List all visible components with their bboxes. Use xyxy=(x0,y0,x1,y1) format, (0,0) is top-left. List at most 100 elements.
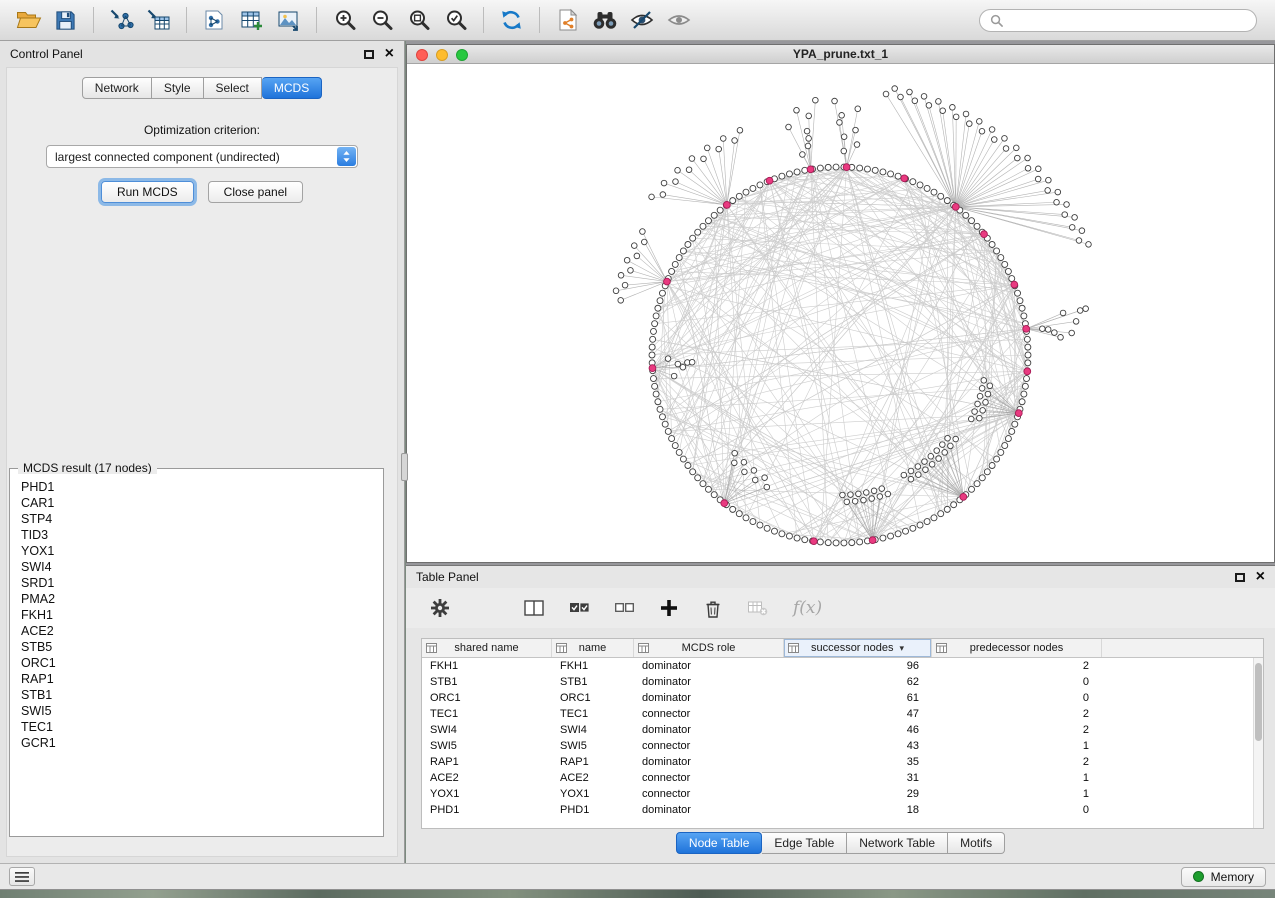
column-header-shared_name[interactable]: shared name xyxy=(422,639,552,657)
panel-splitter-handle[interactable] xyxy=(401,453,408,481)
mcds-node-item[interactable]: FKH1 xyxy=(21,607,381,623)
export-network-button[interactable] xyxy=(549,3,586,37)
mcds-node-item[interactable]: SWI5 xyxy=(21,703,381,719)
column-header-role[interactable]: MCDS role xyxy=(634,639,784,657)
refresh-button[interactable] xyxy=(493,3,530,37)
export-image-button[interactable] xyxy=(270,3,307,37)
mcds-result-list[interactable]: PHD1CAR1STP4TID3YOX1SWI4SRD1PMA2FKH1ACE2… xyxy=(12,474,381,834)
import-network-button[interactable] xyxy=(103,3,140,37)
export-network-icon xyxy=(556,8,580,32)
mcds-node-item[interactable]: GCR1 xyxy=(21,735,381,751)
float-table-panel-icon[interactable] xyxy=(1235,573,1245,582)
table-row[interactable]: ACE2ACE2connector311 xyxy=(422,770,1263,786)
table-settings-button[interactable] xyxy=(430,598,450,618)
column-header-successors[interactable]: successor nodes▾ xyxy=(784,639,932,657)
mcds-node-item[interactable]: ACE2 xyxy=(21,623,381,639)
network-canvas[interactable] xyxy=(407,64,1274,562)
new-table-button[interactable] xyxy=(233,3,270,37)
close-panel-icon[interactable]: × xyxy=(385,49,394,59)
mcds-node-item[interactable]: RAP1 xyxy=(21,671,381,687)
zoom-fit-button[interactable] xyxy=(400,3,437,37)
preview-eye-button[interactable] xyxy=(660,3,697,37)
search-icon xyxy=(990,14,1003,27)
show-columns-button[interactable] xyxy=(524,598,545,618)
search-field[interactable] xyxy=(979,9,1257,32)
mcds-node-item[interactable]: TEC1 xyxy=(21,719,381,735)
run-mcds-button[interactable]: Run MCDS xyxy=(101,181,194,203)
find-button[interactable] xyxy=(586,3,623,37)
close-mcds-panel-button[interactable]: Close panel xyxy=(208,181,303,203)
float-panel-icon[interactable] xyxy=(364,50,374,59)
mcds-node-item[interactable]: YOX1 xyxy=(21,543,381,559)
menu-button[interactable] xyxy=(9,867,35,886)
zoom-in-button[interactable] xyxy=(326,3,363,37)
zoom-out-button[interactable] xyxy=(363,3,400,37)
table-scrollbar-thumb[interactable] xyxy=(1255,663,1262,741)
attribute-icon xyxy=(638,643,649,653)
column-header-name[interactable]: name xyxy=(552,639,634,657)
close-window-icon[interactable] xyxy=(416,49,428,61)
table-row[interactable]: TEC1TEC1connector472 xyxy=(422,706,1263,722)
mcds-node-item[interactable]: STB1 xyxy=(21,687,381,703)
cell-role: dominator xyxy=(634,804,784,816)
cell-predecessors: 1 xyxy=(932,788,1102,800)
mcds-node-item[interactable]: TID3 xyxy=(21,527,381,543)
table-row[interactable]: ORC1ORC1dominator610 xyxy=(422,690,1263,706)
table-tab-motifs[interactable]: Motifs xyxy=(948,832,1005,854)
optimization-select[interactable]: largest connected component (undirected) xyxy=(46,145,358,168)
select-all-button[interactable] xyxy=(569,598,590,618)
mcds-node-item[interactable]: SRD1 xyxy=(21,575,381,591)
deselect-all-button[interactable] xyxy=(614,598,635,618)
table-tab-node-table[interactable]: Node Table xyxy=(676,832,763,854)
cell-predecessors: 1 xyxy=(932,740,1102,752)
mcds-node-item[interactable]: PMA2 xyxy=(21,591,381,607)
cell-role: connector xyxy=(634,740,784,752)
deselect-all-icon xyxy=(614,598,635,618)
mcds-node-item[interactable]: STP4 xyxy=(21,511,381,527)
search-input[interactable] xyxy=(1009,13,1246,27)
function-builder-button[interactable]: f(x) xyxy=(793,598,822,618)
table-row[interactable]: FKH1FKH1dominator962 xyxy=(422,658,1263,674)
tab-mcds[interactable]: MCDS xyxy=(262,77,322,99)
table-tab-edge-table[interactable]: Edge Table xyxy=(762,832,847,854)
mcds-node-item[interactable]: SWI4 xyxy=(21,559,381,575)
import-table-button[interactable] xyxy=(140,3,177,37)
tab-style[interactable]: Style xyxy=(152,77,204,99)
column-header-filler xyxy=(1102,639,1263,657)
close-table-panel-icon[interactable]: × xyxy=(1256,572,1265,582)
memory-button[interactable]: Memory xyxy=(1181,867,1266,887)
attribute-icon xyxy=(936,643,947,653)
zoom-fit-icon xyxy=(407,8,431,32)
table-row[interactable]: SWI5SWI5connector431 xyxy=(422,738,1263,754)
table-tab-network-table[interactable]: Network Table xyxy=(847,832,948,854)
table-row[interactable]: SWI4SWI4dominator462 xyxy=(422,722,1263,738)
tab-select[interactable]: Select xyxy=(204,77,262,99)
import-table-disabled-button[interactable] xyxy=(747,598,769,618)
network-graph[interactable] xyxy=(407,64,1274,562)
minimize-window-icon[interactable] xyxy=(436,49,448,61)
import-table-file-icon xyxy=(146,8,171,32)
mcds-node-item[interactable]: STB5 xyxy=(21,639,381,655)
mcds-node-item[interactable]: ORC1 xyxy=(21,655,381,671)
add-column-button[interactable] xyxy=(659,598,679,618)
table-row[interactable]: YOX1YOX1connector291 xyxy=(422,786,1263,802)
tab-network[interactable]: Network xyxy=(82,77,152,99)
columns-icon xyxy=(524,598,545,618)
mcds-node-item[interactable]: PHD1 xyxy=(21,479,381,495)
save-button[interactable] xyxy=(47,3,84,37)
column-header-predecessors[interactable]: predecessor nodes xyxy=(932,639,1102,657)
open-file-button[interactable] xyxy=(10,3,47,37)
table-row[interactable]: RAP1RAP1dominator352 xyxy=(422,754,1263,770)
select-all-icon xyxy=(569,598,590,618)
style-eye-button[interactable] xyxy=(623,3,660,37)
table-row[interactable]: PHD1PHD1dominator180 xyxy=(422,802,1263,818)
delete-column-button[interactable] xyxy=(703,598,723,619)
network-window-titlebar[interactable]: YPA_prune.txt_1 xyxy=(407,45,1274,64)
table-scrollbar[interactable] xyxy=(1253,658,1263,828)
mcds-node-item[interactable]: CAR1 xyxy=(21,495,381,511)
table-row[interactable]: STB1STB1dominator620 xyxy=(422,674,1263,690)
new-network-button[interactable] xyxy=(196,3,233,37)
toolbar-separator xyxy=(539,7,540,33)
maximize-window-icon[interactable] xyxy=(456,49,468,61)
zoom-selected-button[interactable] xyxy=(437,3,474,37)
